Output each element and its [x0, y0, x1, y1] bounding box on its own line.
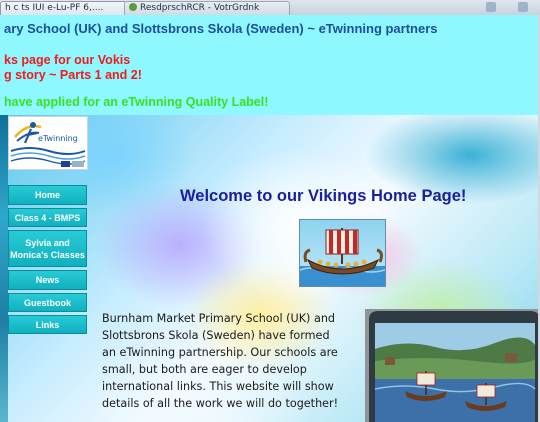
page-header: ary School (UK) and Slottsbrons Skola (S… [0, 15, 540, 115]
quality-label-notice: have applied for an eTwinning Quality La… [4, 95, 269, 109]
intro-line: Burnham Market Primary School (UK) and [102, 312, 336, 325]
intro-line: details of all the work we will do toget… [102, 397, 339, 410]
side-navigation: Home Class 4 - BMPS Sylvia and Monica's … [8, 185, 89, 337]
page-title: ary School (UK) and Slottsbrons Skola (S… [4, 21, 438, 36]
logo-text: eTwinning [38, 134, 78, 143]
nav-news[interactable]: News [8, 270, 87, 290]
diorama-graphic [365, 309, 540, 422]
browser-tab-active[interactable]: h c ts IUI e-Lu-PF 6,.... [0, 1, 127, 15]
tools-icon[interactable] [518, 2, 528, 12]
favicon-icon [129, 3, 137, 11]
intro-line: international links. This website will s… [102, 380, 334, 393]
left-edge-decoration [0, 115, 8, 422]
nav-class-4[interactable]: Class 4 - BMPS [8, 208, 87, 227]
nav-sylvia-monica-classes[interactable]: Sylvia and Monica's Classes [8, 230, 87, 267]
nav-home[interactable]: Home [8, 185, 87, 205]
etwinning-logo[interactable]: eTwinning [8, 116, 88, 170]
browser-tab-label: h c ts IUI e-Lu-PF 6,.... [5, 3, 104, 13]
nav-guestbook[interactable]: Guestbook [8, 293, 87, 312]
announcement-link-line2[interactable]: g story ~ Parts 1 and 2! [4, 68, 142, 82]
etwinning-logo-graphic: eTwinning [10, 122, 86, 167]
viking-ship-graphic [300, 228, 385, 286]
tab-strip-empty-area [288, 1, 438, 14]
intro-line: an eTwinning partnership. Our schools ar… [102, 346, 338, 359]
announcement-link[interactable]: ks page for our Vokis [4, 53, 130, 67]
browser-tab-strip: h c ts IUI e-Lu-PF 6,.... ResdprschRCR -… [0, 0, 540, 16]
home-icon[interactable] [486, 2, 496, 12]
viking-diorama-photo [365, 309, 540, 422]
nav-links[interactable]: Links [8, 315, 87, 334]
viking-ship-image [299, 219, 386, 287]
intro-line: Slottsbrons Skola (Sweden) have formed [102, 329, 330, 342]
intro-line: small, but both are eager to develop [102, 363, 307, 376]
intro-paragraph: Burnham Market Primary School (UK) and S… [102, 310, 352, 412]
browser-tab[interactable]: ResdprschRCR - VotrGrdnk [124, 1, 290, 15]
welcome-heading: Welcome to our Vikings Home Page! [180, 187, 467, 205]
browser-tab-label: ResdprschRCR - VotrGrdnk [140, 3, 260, 13]
